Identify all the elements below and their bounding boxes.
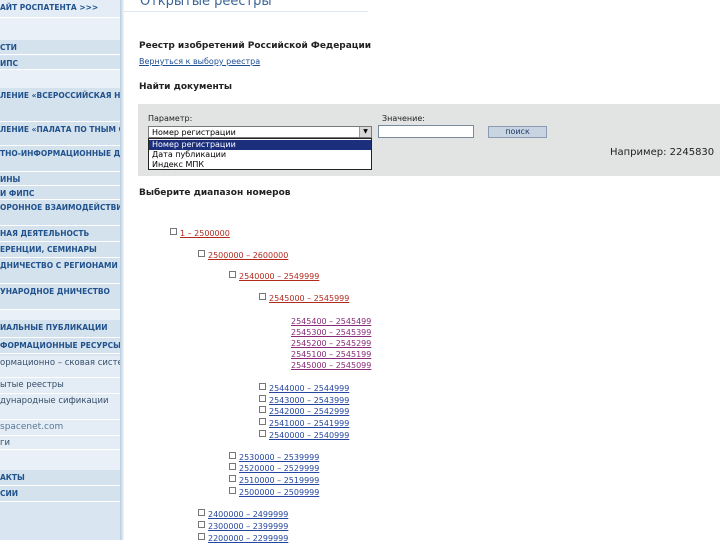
tree-range-link[interactable]: 2540000 – 2540999 bbox=[259, 423, 349, 440]
tree-range-link[interactable]: 2545400 – 2545499 bbox=[291, 309, 371, 326]
sidebar: АЙТ РОСПАТЕНТА >>> СТИ ИПС ЛЕНИЕ «ВСЕРОССИЙ… bbox=[0, 0, 120, 540]
tree-range-link[interactable]: 2545000 – 2545099 bbox=[291, 353, 371, 370]
sidebar-item[interactable]: ФОРМАЦИОННЫЕ РЕСУРСЫ bbox=[0, 338, 120, 354]
sidebar-item[interactable]: ытые реестры bbox=[0, 378, 120, 394]
tree-range-label[interactable]: 1 – 2500000 bbox=[180, 229, 230, 238]
param-label: Параметр: bbox=[148, 114, 193, 123]
param-select-value: Номер регистрации bbox=[152, 128, 236, 137]
tree-node-icon[interactable] bbox=[229, 271, 236, 278]
param-option-publication-date[interactable]: Дата публикации bbox=[149, 150, 371, 160]
sidebar-item[interactable]: УНАРОДНОЕ ДНИЧЕСТВО bbox=[0, 284, 120, 310]
param-option-ipc-index[interactable]: Индекс МПК bbox=[149, 160, 371, 170]
sidebar-item[interactable]: ИПС bbox=[0, 56, 120, 70]
sidebar-item[interactable]: spacenet.com bbox=[0, 420, 120, 436]
sidebar-item[interactable]: СИИ bbox=[0, 486, 120, 502]
sidebar-item[interactable]: ТНО-ИНФОРМАЦИОННЫЕ ДУКТЫ bbox=[0, 146, 120, 172]
find-documents-heading: Найти документы bbox=[139, 82, 233, 92]
tree-node-icon[interactable] bbox=[229, 487, 236, 494]
page-title: Открытые реестры bbox=[140, 0, 272, 9]
value-input[interactable] bbox=[378, 125, 474, 138]
tree-range-label[interactable]: 2545000 – 2545999 bbox=[269, 294, 349, 303]
tree-range-link[interactable]: 2510000 – 2519999 bbox=[229, 468, 319, 485]
tree-range-link[interactable]: 2530000 – 2539999 bbox=[229, 445, 319, 462]
sidebar-item[interactable]: И ФИПС bbox=[0, 186, 120, 200]
sidebar-spacer bbox=[0, 310, 120, 320]
sidebar-item[interactable]: ЛЕНИЕ «ПАЛАТА ПО ТНЫМ СПОРАМ» bbox=[0, 122, 120, 146]
sidebar-item[interactable]: ормационно – сковая система bbox=[0, 356, 120, 378]
tree-range-label[interactable]: 2540000 – 2549999 bbox=[239, 272, 319, 281]
tree-range-link[interactable]: 2541000 – 2541999 bbox=[259, 411, 349, 428]
sidebar-spacer bbox=[0, 450, 120, 470]
sidebar-item[interactable]: ЕРЕНЦИИ, СЕМИНАРЫ bbox=[0, 242, 120, 258]
sidebar-item[interactable]: ИАЛЬНЫЕ ПУБЛИКАЦИИ bbox=[0, 320, 120, 338]
tree-range-link[interactable]: 2400000 – 2499999 bbox=[198, 502, 288, 519]
tree-node-icon[interactable] bbox=[259, 293, 266, 300]
tree-range-label[interactable]: 2200000 – 2299999 bbox=[208, 534, 288, 543]
param-option-registration-number[interactable]: Номер регистрации bbox=[149, 140, 371, 150]
value-label: Значение: bbox=[382, 114, 425, 123]
tree-range-link[interactable]: 2545200 – 2545299 bbox=[291, 331, 371, 348]
tree-range-label[interactable]: 2545000 – 2545099 bbox=[291, 361, 371, 370]
range-heading: Выберите диапазон номеров bbox=[139, 188, 291, 198]
tree-node-icon[interactable] bbox=[170, 228, 177, 235]
sidebar-item[interactable]: ИНЫ bbox=[0, 172, 120, 186]
sidebar-spacer bbox=[0, 70, 120, 88]
back-to-registry-link[interactable]: Вернуться к выбору реестра bbox=[139, 57, 260, 66]
tree-range-link[interactable]: 2300000 – 2399999 bbox=[198, 514, 288, 531]
registry-title: Реестр изобретений Российской Федерации bbox=[139, 41, 372, 51]
sidebar-edge bbox=[120, 0, 124, 540]
chevron-down-icon[interactable]: ▼ bbox=[359, 127, 371, 137]
tree-range-link[interactable]: 2520000 – 2529999 bbox=[229, 456, 319, 473]
search-button[interactable]: поиск bbox=[488, 126, 547, 138]
tree-range-link[interactable]: 2545100 – 2545199 bbox=[291, 342, 371, 359]
tree-node-icon[interactable] bbox=[259, 430, 266, 437]
param-select[interactable]: Номер регистрации ▼ bbox=[148, 126, 372, 138]
tree-range-link[interactable]: 2545300 – 2545399 bbox=[291, 320, 371, 337]
tree-node-icon[interactable] bbox=[198, 250, 205, 257]
sidebar-item[interactable]: АКТЫ bbox=[0, 470, 120, 486]
tree-range-link[interactable]: 2200000 – 2299999 bbox=[198, 526, 288, 543]
tree-range-link[interactable]: 2544000 – 2544999 bbox=[259, 376, 349, 393]
tree-range-label[interactable]: 2500000 – 2600000 bbox=[208, 251, 288, 260]
tree-range-label[interactable]: 2540000 – 2540999 bbox=[269, 431, 349, 440]
param-options-list: Номер регистрации Дата публикации Индекс… bbox=[148, 138, 372, 170]
sidebar-item[interactable]: СТИ bbox=[0, 40, 120, 55]
tree-range-link[interactable]: 2545000 – 2545999 bbox=[259, 286, 349, 303]
sidebar-spacer bbox=[0, 18, 120, 40]
sidebar-item[interactable]: ОРОННОЕ ВЗАИМОДЕЙСТВИЕ ВИТЕЛЯМИ bbox=[0, 200, 120, 226]
title-divider bbox=[124, 11, 368, 12]
tree-node-icon[interactable] bbox=[198, 533, 205, 540]
tree-range-label[interactable]: 2500000 – 2509999 bbox=[239, 488, 319, 497]
tree-range-link[interactable]: 2500000 – 2509999 bbox=[229, 480, 319, 497]
sidebar-item[interactable]: ДНИЧЕСТВО С РЕГИОНАМИ ИИ bbox=[0, 258, 120, 284]
sidebar-item[interactable]: ги bbox=[0, 436, 120, 450]
example-hint: Например: 2245830 bbox=[610, 147, 715, 158]
tree-range-link[interactable]: 2500000 – 2600000 bbox=[198, 243, 288, 260]
tree-range-link[interactable]: 2542000 – 2542999 bbox=[259, 399, 349, 416]
sidebar-item[interactable]: ЛЕНИЕ «ВСЕРОССИЙСКАЯ НТНО-ТЕХНИЧЕСКАЯ ЛИ… bbox=[0, 88, 120, 122]
tree-range-link[interactable]: 2540000 – 2549999 bbox=[229, 264, 319, 281]
tree-range-link[interactable]: 1 – 2500000 bbox=[170, 221, 230, 238]
sidebar-item[interactable]: дународные сификации bbox=[0, 394, 120, 420]
sidebar-item[interactable]: АЙТ РОСПАТЕНТА >>> bbox=[0, 0, 120, 18]
tree-range-link[interactable]: 2543000 – 2543999 bbox=[259, 388, 349, 405]
sidebar-item[interactable]: НАЯ ДЕЯТЕЛЬНОСТЬ bbox=[0, 226, 120, 242]
